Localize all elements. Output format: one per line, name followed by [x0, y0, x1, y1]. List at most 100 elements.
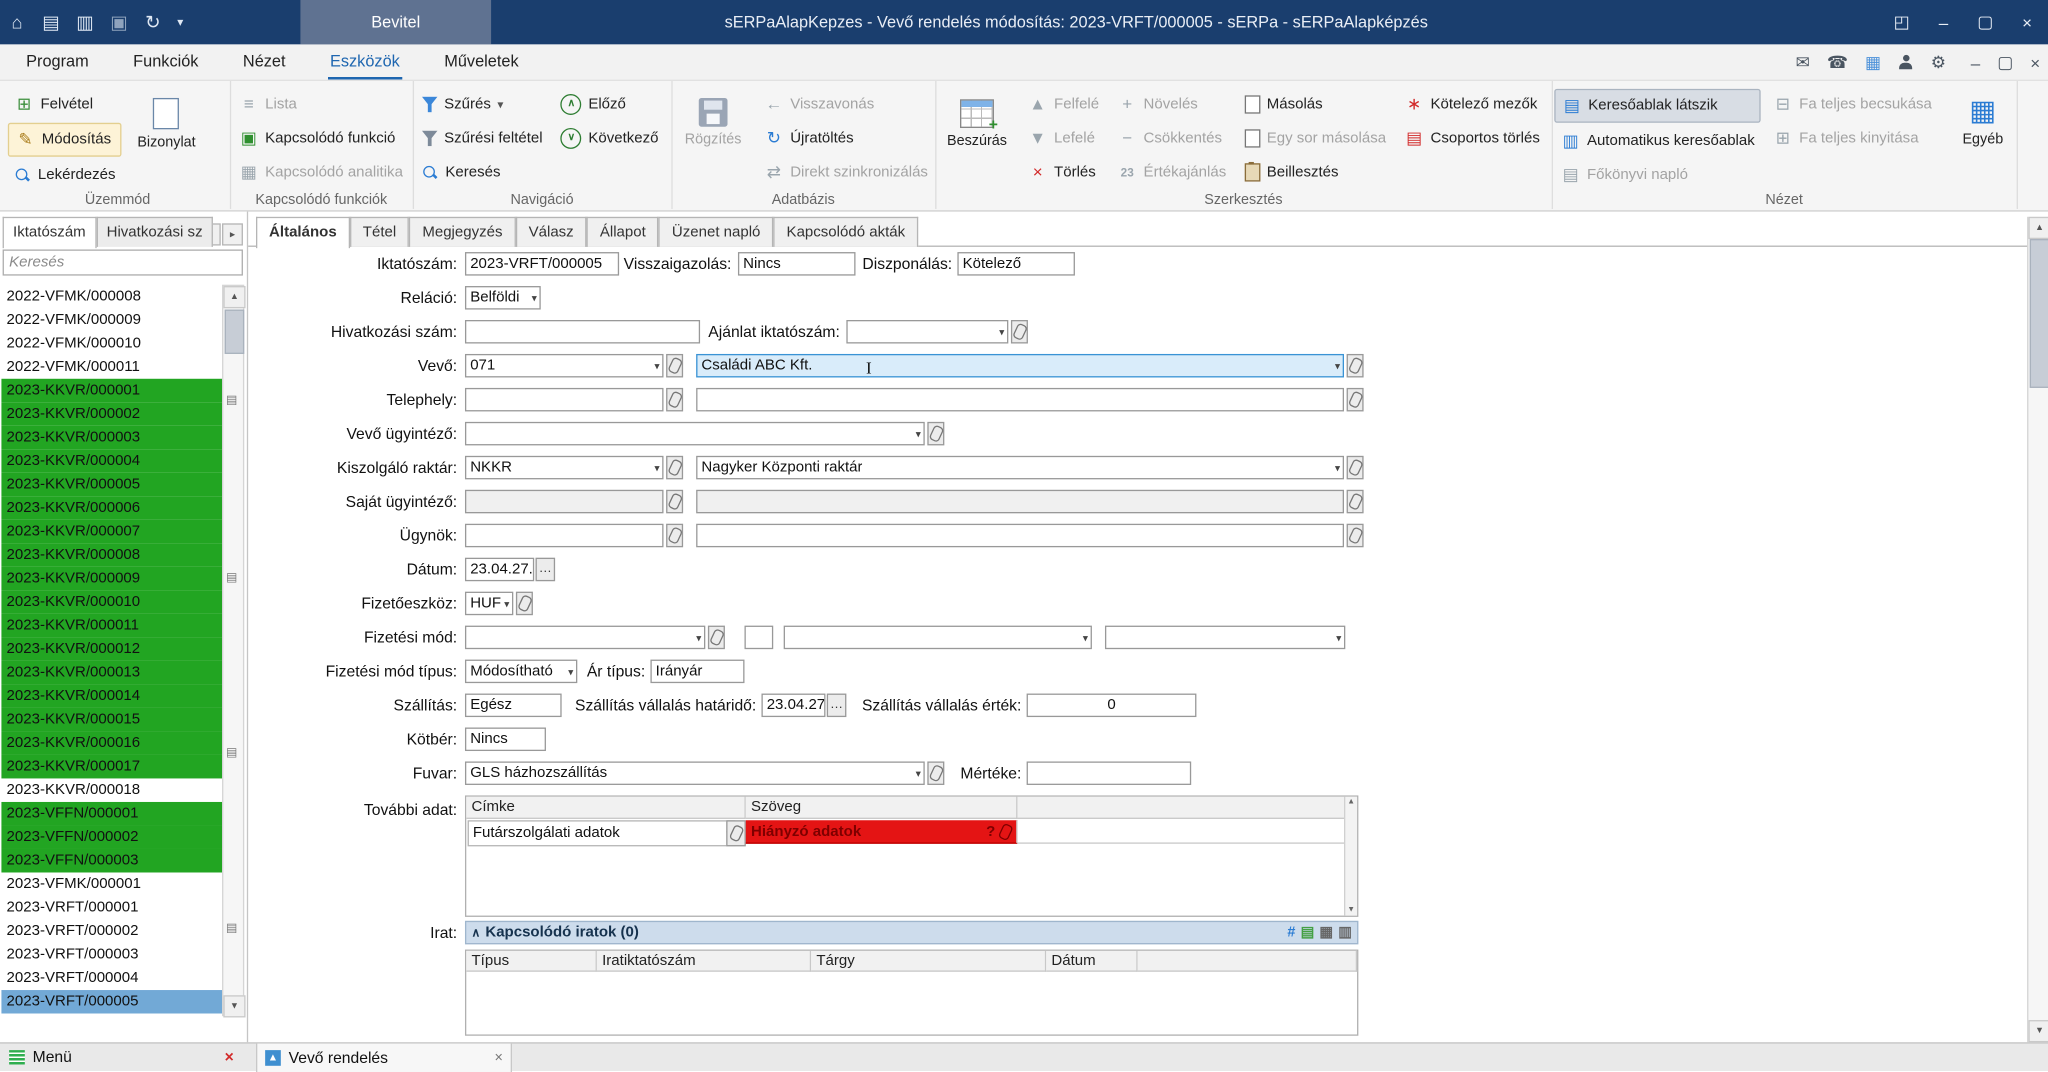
- ribbon-button-elozo[interactable]: ∧Előző: [554, 89, 665, 120]
- restore-button[interactable]: ▢: [1964, 0, 2006, 44]
- vevo-code-combo[interactable]: 071 ▾: [465, 354, 664, 378]
- fuvar-combo[interactable]: GLS házhozszállítás ▾: [465, 761, 925, 785]
- scroll-up-icon[interactable]: ▲: [2028, 217, 2048, 239]
- menu-program[interactable]: Program: [24, 44, 92, 79]
- ribbon-button-kotelezo-mezok[interactable]: ∗Kötelező mezők: [1398, 89, 1547, 120]
- minimize-button[interactable]: –: [1923, 0, 1965, 44]
- ribbon-button-fa-teljes-kinyitasa[interactable]: ⊞Fa teljes kinyitása: [1767, 123, 1939, 154]
- list-item[interactable]: 2023-VRFT/000001: [1, 896, 222, 920]
- ajanlat-attachment-button[interactable]: [1011, 320, 1028, 344]
- ajanlat-combo[interactable]: ▾: [846, 320, 1008, 344]
- column-header-tipus[interactable]: Típus: [466, 951, 597, 972]
- qat-dropdown-icon[interactable]: ▾: [170, 15, 191, 29]
- szallitas-hatarido-field[interactable]: 23.04.27.: [761, 694, 825, 718]
- window-mode-tab[interactable]: Bevitel: [300, 0, 491, 44]
- main-scrollbar[interactable]: ▲ ▼: [2027, 217, 2048, 1042]
- child-restore-button[interactable]: ▢: [1997, 52, 2013, 73]
- ribbon-button-kapcsolodo-analitika[interactable]: ▦Kapcsolódó analitika: [232, 157, 409, 188]
- raktar-code-combo[interactable]: NKKR ▾: [465, 456, 664, 480]
- kotber-field[interactable]: Nincs: [465, 728, 546, 752]
- column-header-cimke[interactable]: Címke: [466, 797, 746, 819]
- vevo-attachment-button[interactable]: [666, 354, 683, 378]
- column-header-targy[interactable]: Tárgy: [811, 951, 1046, 972]
- ribbon-button-ertekajanlas[interactable]: 23Értékajánlás: [1111, 157, 1233, 188]
- hash-grid-icon[interactable]: #: [1287, 925, 1295, 941]
- list-item[interactable]: 2023-VRFT/000003: [1, 943, 222, 967]
- ribbon-button-egyeb[interactable]: ▦Egyéb: [1944, 89, 2022, 190]
- menu-nezet[interactable]: Nézet: [240, 44, 288, 79]
- telephely-code-field[interactable]: [465, 388, 664, 412]
- tovabbi-szoveg-cell[interactable]: Hiányzó adatok ?: [746, 820, 1018, 844]
- ribbon-button-egy-sor-masolasa[interactable]: Egy sor másolása: [1238, 123, 1393, 154]
- ribbon-button-csokkentes[interactable]: −Csökkentés: [1111, 123, 1233, 154]
- close-menu-button[interactable]: ×: [225, 1048, 234, 1066]
- user-icon[interactable]: [1898, 55, 1914, 71]
- ar-tipus-field[interactable]: Irányár: [650, 660, 744, 684]
- menu-icon[interactable]: [9, 1050, 25, 1064]
- close-tab-button[interactable]: ×: [494, 1050, 502, 1066]
- column-header-iratiktatoszam[interactable]: Iratiktatószám: [597, 951, 811, 972]
- tab-megjegyzes[interactable]: Megjegyzés: [409, 217, 515, 247]
- tab-allapot[interactable]: Állapot: [587, 217, 659, 247]
- ribbon-button-kereses[interactable]: Keresés: [415, 157, 549, 188]
- child-close-button[interactable]: ×: [2030, 53, 2040, 73]
- scroll-down-icon[interactable]: ▼: [2028, 1020, 2048, 1042]
- scroll-down-icon[interactable]: ▼: [223, 995, 245, 1017]
- scrollbar-thumb[interactable]: [2030, 239, 2048, 388]
- table-columns-icon[interactable]: ▥: [1338, 925, 1352, 941]
- menu-eszkozok[interactable]: Eszközök: [327, 44, 402, 79]
- sidebar-tab-iktatoszam[interactable]: Iktatószám: [3, 217, 97, 248]
- qat-save-icon[interactable]: ▣: [102, 11, 136, 33]
- ribbon-button-beillesztes[interactable]: Beillesztés: [1238, 157, 1393, 188]
- menu-funkciok[interactable]: Funkciók: [131, 44, 202, 79]
- tovabbi-cimke-attachment-button[interactable]: [726, 820, 746, 846]
- qat-refresh-icon[interactable]: ↻: [136, 11, 170, 33]
- phone-icon[interactable]: ☎: [1827, 52, 1848, 73]
- close-button[interactable]: ×: [2006, 0, 2048, 44]
- ribbon-button-fa-teljes-becsukasa[interactable]: ⊟Fa teljes becsukása: [1767, 89, 1939, 120]
- document-tab-vevo-rendeles[interactable]: ▲ Vevő rendelés ×: [256, 1044, 512, 1072]
- tab-altalanos[interactable]: Általános: [256, 217, 350, 248]
- ribbon-button-szures[interactable]: Szűrés▾: [415, 89, 549, 120]
- collapse-icon[interactable]: ∧: [472, 925, 481, 939]
- ribbon-button-automatikus-keresoablak[interactable]: ▥Automatikus keresőablak: [1554, 125, 1761, 156]
- document-icon[interactable]: ▤: [1301, 925, 1315, 941]
- qat-list-icon[interactable]: ▤: [34, 11, 68, 33]
- ugynok-name-attachment-button[interactable]: [1347, 524, 1364, 548]
- fizetesi-mod-extra-combo[interactable]: ▾: [1105, 626, 1345, 650]
- fit-window-button[interactable]: ◰: [1881, 0, 1923, 44]
- ribbon-button-keresoablak-latszik[interactable]: ▤Keresőablak látszik: [1554, 89, 1761, 123]
- scroll-down-icon[interactable]: ▼: [1345, 906, 1357, 914]
- ribbon-button-lekerdezes[interactable]: Lekérdezés: [8, 159, 122, 190]
- raktar-attachment-button[interactable]: [666, 456, 683, 480]
- child-minimize-button[interactable]: –: [1971, 53, 1980, 73]
- ribbon-button-lefele[interactable]: ▼Lefelé: [1021, 123, 1105, 154]
- vevo-name-combo[interactable]: Családi ABC Kft. ▾: [696, 354, 1344, 378]
- kapcsolodo-iratok-header[interactable]: ∧ Kapcsolódó iratok (0) # ▤ ▦ ▥: [465, 921, 1358, 945]
- szallitas-ertek-field[interactable]: 0: [1027, 694, 1197, 718]
- fizetesi-mod-combo[interactable]: ▾: [465, 626, 705, 650]
- tab-uzenet-naplo[interactable]: Üzenet napló: [659, 217, 774, 247]
- tab-scroll-right-button[interactable]: ▸: [222, 223, 243, 245]
- grid-icon[interactable]: ▦: [1865, 52, 1881, 73]
- fizetesi-mod-name-combo[interactable]: ▾: [784, 626, 1092, 650]
- list-item[interactable]: 2023-VFFN/000003: [1, 849, 222, 873]
- diszponalas-field[interactable]: Kötelező: [957, 252, 1075, 276]
- tab-valasz[interactable]: Válasz: [516, 217, 587, 247]
- ugynok-attachment-button[interactable]: [666, 524, 683, 548]
- ribbon-button-szuresi-feltetel[interactable]: Szűrési feltétel: [415, 123, 549, 154]
- ribbon-button-felfele[interactable]: ▲Felfelé: [1021, 89, 1105, 120]
- sajat-ugyintezo-name-attachment-button[interactable]: [1347, 490, 1364, 514]
- qat-copy-icon[interactable]: ▥: [68, 11, 102, 33]
- menu-muveletek[interactable]: Műveletek: [442, 44, 522, 79]
- vevo-name-attachment-button[interactable]: [1347, 354, 1364, 378]
- ugynok-name-field[interactable]: [696, 524, 1344, 548]
- telephely-name-field[interactable]: [696, 388, 1344, 412]
- list-item[interactable]: 2023-VRFT/000005: [1, 990, 222, 1014]
- fizetesi-mod-days-field[interactable]: [744, 626, 773, 650]
- ribbon-button-ujratoltes[interactable]: ↻Újratöltés: [758, 123, 935, 154]
- table-insert-icon[interactable]: ▦: [1319, 925, 1333, 941]
- ribbon-button-csoportos-torles[interactable]: ▤Csoportos törlés: [1398, 123, 1547, 154]
- ribbon-button-visszavonas[interactable]: ←Visszavonás: [758, 89, 935, 120]
- merteke-field[interactable]: [1027, 761, 1192, 785]
